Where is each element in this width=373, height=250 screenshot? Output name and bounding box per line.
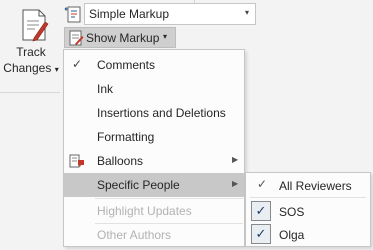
show-markup-label: Show Markup	[86, 31, 160, 45]
submenu-item-all-reviewers[interactable]: ✓ All Reviewers	[246, 174, 370, 198]
track-changes-button[interactable]: Track Changes ▾	[3, 2, 59, 90]
ribbon-bottom-border	[0, 92, 60, 93]
menu-item-ink[interactable]: Ink	[64, 77, 244, 101]
menu-item-comments[interactable]: ✓ Comments	[64, 53, 244, 77]
submenu-item-sos[interactable]: ✓ SOS	[246, 200, 370, 224]
menu-item-label: Insertions and Deletions	[97, 106, 226, 120]
menu-item-specific-people[interactable]: Specific People ▶	[64, 173, 244, 197]
menu-item-label: Balloons	[97, 154, 144, 168]
menu-item-label: Specific People	[97, 178, 180, 192]
chevron-down-icon: ▾	[163, 32, 168, 41]
submenu-item-olga[interactable]: ✓ Olga	[246, 223, 370, 247]
menu-item-formatting[interactable]: Formatting	[64, 125, 244, 149]
checkmark-icon: ✓	[72, 57, 83, 71]
show-markup-menu: ✓ Comments Ink Insertions and Deletions …	[63, 49, 245, 247]
track-changes-label: Track Changes ▾	[3, 44, 59, 78]
chevron-down-icon: ▾	[54, 65, 59, 74]
menu-item-label: Highlight Updates	[97, 204, 192, 218]
chevron-right-icon: ▶	[232, 155, 239, 164]
track-changes-label-line2: Changes	[3, 61, 52, 75]
menu-item-label: Comments	[97, 58, 156, 72]
checkbox-checked-icon[interactable]: ✓	[251, 224, 271, 244]
track-changes-icon	[22, 9, 49, 42]
submenu-item-label: SOS	[279, 205, 305, 219]
chevron-right-icon: ▶	[232, 179, 239, 188]
submenu-divider	[250, 197, 366, 198]
markup-display-icon	[64, 6, 81, 23]
menu-item-label: Other Authors	[97, 228, 172, 242]
menu-item-other-authors[interactable]: Other Authors	[64, 223, 244, 247]
menu-item-highlight-updates[interactable]: Highlight Updates	[64, 199, 244, 223]
track-changes-label-line1: Track	[16, 45, 46, 59]
markup-display-select[interactable]: Simple Markup ▾	[84, 3, 256, 25]
balloons-icon	[69, 154, 84, 168]
chevron-down-icon: ▾	[244, 8, 249, 17]
show-markup-icon	[69, 30, 84, 46]
menu-item-balloons[interactable]: Balloons ▶	[64, 149, 244, 173]
show-markup-button[interactable]: Show Markup ▾	[64, 27, 176, 48]
menu-item-insertions-deletions[interactable]: Insertions and Deletions	[64, 101, 244, 125]
checkmark-icon: ✓	[256, 177, 268, 191]
specific-people-submenu: ✓ All Reviewers ✓ SOS ✓ Olga	[245, 172, 371, 247]
menu-item-label: Ink	[97, 82, 114, 96]
markup-display-value: Simple Markup	[89, 7, 170, 21]
menu-item-label: Formatting	[97, 130, 155, 144]
submenu-item-label: Olga	[279, 228, 305, 242]
submenu-item-label: All Reviewers	[279, 179, 352, 193]
checkbox-checked-icon[interactable]: ✓	[251, 201, 271, 221]
